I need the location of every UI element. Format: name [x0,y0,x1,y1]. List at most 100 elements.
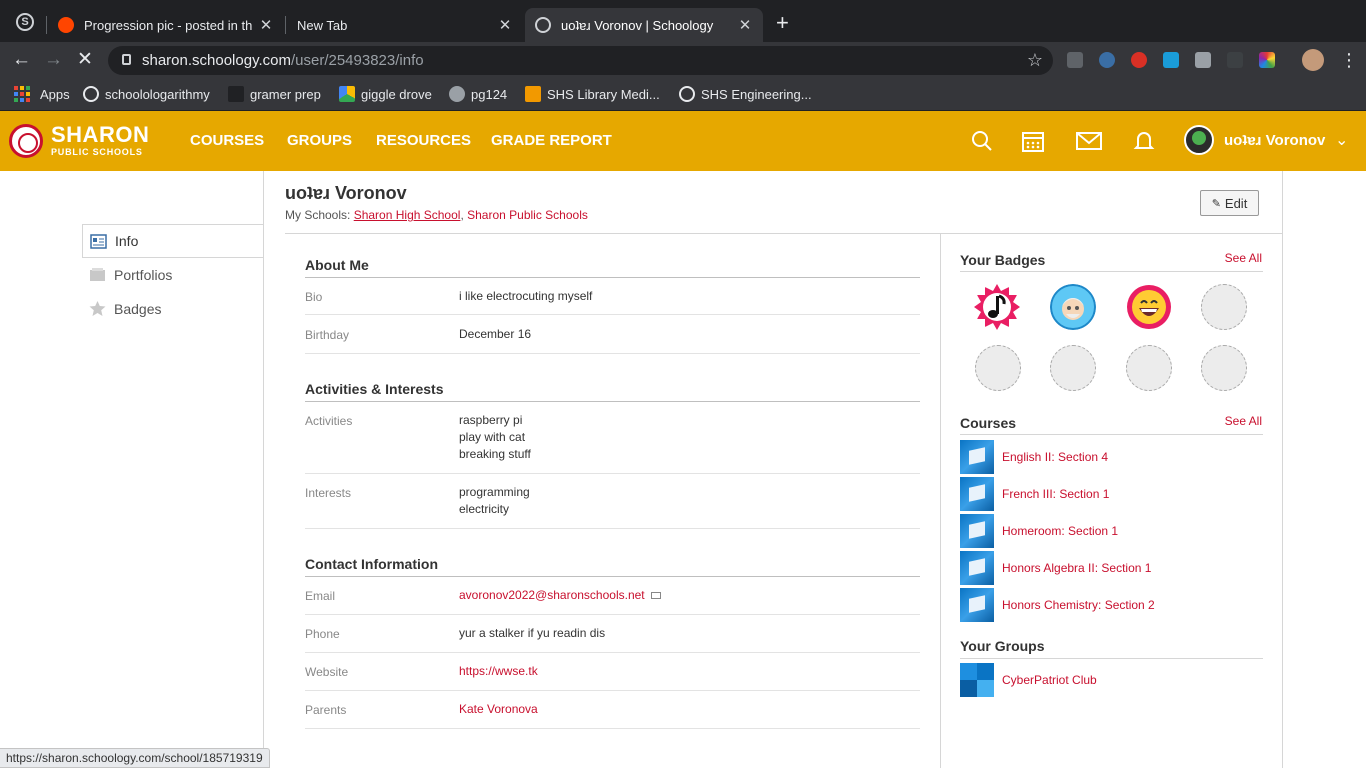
course-item[interactable]: English II: Section 4 [960,440,1108,474]
empty-badge-slot [975,345,1021,391]
tab-schoology-active[interactable]: uoʇɐɹ Voronov | Schoology ✕ [525,8,763,42]
course-link[interactable]: English II: Section 4 [1002,450,1108,464]
bookmark-apps[interactable]: Apps [14,86,70,102]
parent-link[interactable]: Kate Voronova [459,702,538,716]
close-tab-icon[interactable]: ✕ [497,16,513,34]
header-user-name[interactable]: uoʇɐɹ Voronov [1224,132,1325,149]
tab-new-tab[interactable]: New Tab ✕ [287,8,523,42]
music-note-badge-icon[interactable] [974,284,1020,330]
grandpa-badge-icon[interactable] [1050,284,1096,330]
bookmark-gramer-prep[interactable]: gramer prep [228,86,321,102]
extension-blue-icon[interactable] [1163,52,1179,68]
mail-icon[interactable] [1075,129,1103,153]
forward-arrow-icon[interactable]: → [44,50,63,70]
course-book-icon [960,588,994,622]
back-arrow-icon[interactable]: ← [12,50,31,70]
group-link[interactable]: CyberPatriot Club [1002,673,1097,687]
email-link[interactable]: avoronov2022@sharonschools.net [459,588,645,602]
course-book-icon [960,477,994,511]
adblock-plus-icon[interactable] [1131,52,1147,68]
section-title-about: About Me [305,257,369,273]
course-link[interactable]: Homeroom: Section 1 [1002,524,1118,538]
interests-label: Interests [305,486,352,500]
nav-resources[interactable]: RESOURCES [376,132,471,149]
course-link[interactable]: Honors Chemistry: Section 2 [1002,598,1155,612]
bookmark-pg124[interactable]: pg124 [449,86,507,102]
nav-groups[interactable]: GROUPS [287,132,352,149]
gbi-icon [228,86,244,102]
badges-see-all-link[interactable]: See All [1225,251,1262,265]
my-schools-label: My Schools: [285,208,351,222]
address-bar[interactable]: sharon.schoology.com/user/25493823/info … [108,46,1053,75]
color-extension-icon[interactable] [1259,52,1275,68]
empty-badge-slot [1201,284,1247,330]
pinned-tab-schoology-icon[interactable]: S [16,13,34,31]
left-nav-badges[interactable]: Badges [82,292,264,326]
globe-icon [449,86,465,102]
course-item[interactable]: Honors Chemistry: Section 2 [960,588,1155,622]
bookmark-shs-library[interactable]: SHS Library Medi... [525,86,660,102]
tab-reddit[interactable]: Progression pic - posted in the ✕ [48,8,284,42]
bookmark-label: giggle drove [361,86,432,102]
course-item[interactable]: Homeroom: Section 1 [960,514,1118,548]
course-link[interactable]: Honors Algebra II: Section 1 [1002,561,1151,575]
close-tab-icon[interactable]: ✕ [258,16,274,34]
search-icon[interactable] [970,129,994,153]
course-link[interactable]: French III: Section 1 [1002,487,1109,501]
url-host: sharon.schoology.com [142,52,291,69]
laughing-face-badge-icon[interactable] [1126,284,1172,330]
close-tab-icon[interactable]: ✕ [737,16,753,34]
empty-badge-slot [1201,345,1247,391]
edit-profile-button[interactable]: ✎ Edit [1200,190,1259,216]
chrome-profile-avatar[interactable] [1302,49,1324,71]
site-header: SHARON PUBLIC SCHOOLS COURSES GROUPS RES… [0,111,1366,171]
bookmark-shs-engineering[interactable]: SHS Engineering... [679,86,812,102]
tab-separator [285,16,286,34]
left-nav-info[interactable]: Info [82,224,264,258]
phone-value: yur a stalker if yu readin dis [459,626,606,640]
interests-value: programming electricity [459,484,530,518]
my-schools: My Schools: Sharon High School, Sharon P… [285,208,588,222]
extension-box-icon[interactable] [1195,52,1211,68]
user-avatar[interactable] [1184,125,1214,155]
nav-grade-report[interactable]: GRADE REPORT [491,132,612,149]
left-nav-portfolios[interactable]: Portfolios [82,258,264,292]
website-link[interactable]: https://wwse.tk [459,664,538,678]
bookmark-giggle-drove[interactable]: giggle drove [339,86,432,102]
calendar-icon[interactable] [1021,129,1045,153]
section-title-contact: Contact Information [305,556,438,572]
new-tab-plus-icon[interactable]: + [776,12,789,34]
district-seal-logo[interactable] [9,124,43,158]
row-divider [305,314,920,315]
row-divider [305,528,920,529]
courses-see-all-link[interactable]: See All [1225,414,1262,428]
extension-dark-icon[interactable] [1227,52,1243,68]
profile-name: uoʇɐɹ Voronov [285,183,407,203]
nav-courses[interactable]: COURSES [190,132,264,149]
owl-extension-icon[interactable] [1099,52,1115,68]
info-card-icon [90,234,107,249]
chevron-down-icon[interactable]: ⌄ [1335,130,1348,150]
course-item[interactable]: Honors Algebra II: Section 1 [960,551,1151,585]
browser-toolbar: ← → ✕ sharon.schoology.com/user/25493823… [0,42,1366,79]
bookmark-schoolologarithmy[interactable]: schoolologarithmy [83,86,210,102]
group-item[interactable]: CyberPatriot Club [960,663,1097,697]
stop-loading-icon[interactable]: ✕ [77,50,93,70]
group-icon [960,663,994,697]
star-icon [89,301,106,316]
bookmarks-bar: Apps schoolologarithmy gramer prep giggl… [0,79,1366,111]
birthday-label: Birthday [305,328,350,342]
logo-title[interactable]: SHARON [51,124,149,146]
bookmark-star-icon[interactable]: ☆ [1027,50,1043,71]
notifications-bell-icon[interactable] [1132,129,1156,153]
course-book-icon [960,440,994,474]
school-link-sharon-high[interactable]: Sharon High School [354,208,461,222]
envelope-icon[interactable] [650,592,661,600]
course-book-icon [960,514,994,548]
course-item[interactable]: French III: Section 1 [960,477,1109,511]
row-divider [305,473,920,474]
reddit-icon [58,17,74,33]
crx-extension-icon[interactable] [1067,52,1083,68]
chrome-menu-icon[interactable]: ⋮ [1340,50,1358,71]
school-link-sharon-public[interactable]: Sharon Public Schools [467,208,588,222]
